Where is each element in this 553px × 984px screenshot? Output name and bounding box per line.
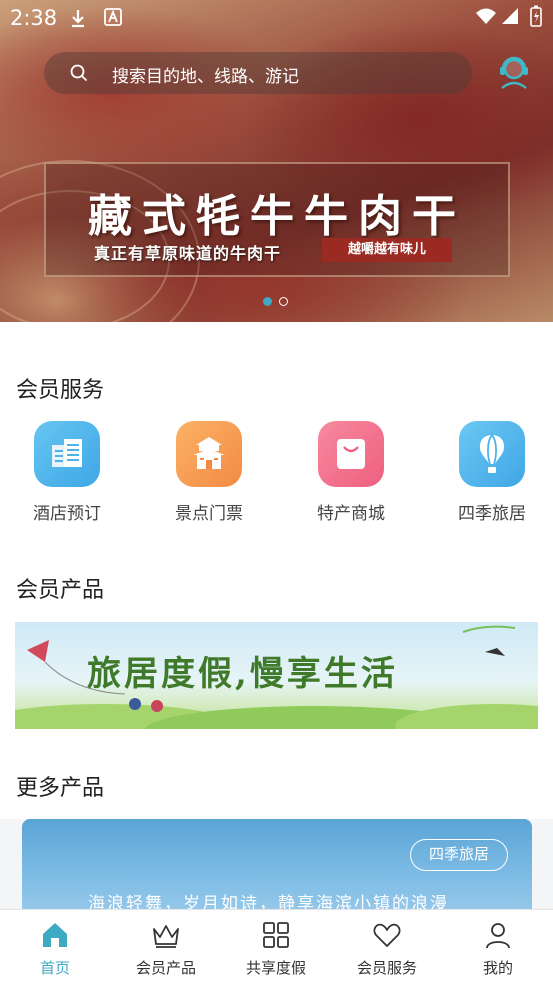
status-time: 2:38 xyxy=(10,6,58,30)
section-title-more-products: 更多产品 xyxy=(16,776,105,801)
hotel-icon xyxy=(34,421,100,487)
user-icon xyxy=(486,923,510,949)
crown-icon xyxy=(153,925,179,948)
hot-air-balloon-icon xyxy=(459,421,525,487)
member-product-banner[interactable]: 旅居度假,慢享生活 xyxy=(15,622,538,729)
service-specialty-mall[interactable]: 特产商城 xyxy=(296,421,406,524)
customer-service-icon[interactable] xyxy=(497,54,531,90)
nav-label: 共享度假 xyxy=(245,959,306,977)
signal-icon xyxy=(502,8,518,24)
wifi-icon xyxy=(476,8,496,24)
service-hotel-booking[interactable]: 酒店预订 xyxy=(12,421,122,524)
banner-title: 藏式牦牛牛肉干 xyxy=(88,191,466,242)
carousel-dot-active[interactable] xyxy=(263,297,272,306)
banner-subtitle: 真正有草原味道的牛肉干 xyxy=(94,244,282,263)
nav-member-services[interactable]: 会员服务 xyxy=(332,920,442,978)
search-bar[interactable]: 搜索目的地、线路、游记 xyxy=(44,52,472,94)
bottom-navigation: 首页 会员产品 共享度假 会员服务 我的 xyxy=(0,909,553,984)
nav-shared-vacation[interactable]: 共享度假 xyxy=(221,920,331,978)
heart-icon xyxy=(373,923,401,947)
service-label: 特产商城 xyxy=(317,504,385,524)
battery-icon xyxy=(530,5,542,27)
temple-icon xyxy=(176,421,242,487)
carousel-dot[interactable] xyxy=(279,297,288,306)
nav-label: 我的 xyxy=(482,959,513,977)
nav-label: 会员产品 xyxy=(135,959,196,977)
nav-member-products[interactable]: 会员产品 xyxy=(111,920,221,978)
service-label: 景点门票 xyxy=(175,504,243,524)
notification-a-icon xyxy=(104,8,122,26)
search-placeholder: 搜索目的地、线路、游记 xyxy=(112,67,299,87)
banner-tag: 越嚼越有味儿 xyxy=(322,238,452,262)
product-category-badge: 四季旅居 xyxy=(410,839,508,871)
nav-label: 会员服务 xyxy=(356,959,417,977)
service-attraction-tickets[interactable]: 景点门票 xyxy=(154,421,264,524)
service-seasonal-living[interactable]: 四季旅居 xyxy=(437,421,547,524)
section-title-member-services: 会员服务 xyxy=(16,378,105,403)
nav-profile[interactable]: 我的 xyxy=(443,920,553,978)
section-title-member-products: 会员产品 xyxy=(16,578,105,603)
download-icon xyxy=(72,10,84,28)
home-icon xyxy=(43,923,67,947)
nav-label: 首页 xyxy=(39,959,70,977)
status-bar: 2:38 xyxy=(0,0,553,36)
hero-banner[interactable]: 2:38 搜索目的地、线路、游记 藏式牦牛牛肉干 真正有草原味道的牛肉干 越嚼越… xyxy=(0,0,553,322)
nav-home[interactable]: 首页 xyxy=(0,920,110,978)
service-label: 酒店预订 xyxy=(33,504,101,524)
shopping-bag-icon xyxy=(318,421,384,487)
search-icon xyxy=(70,64,88,82)
member-product-banner-text: 旅居度假,慢享生活 xyxy=(87,654,398,694)
grid-icon xyxy=(263,922,289,948)
service-label: 四季旅居 xyxy=(458,504,526,524)
